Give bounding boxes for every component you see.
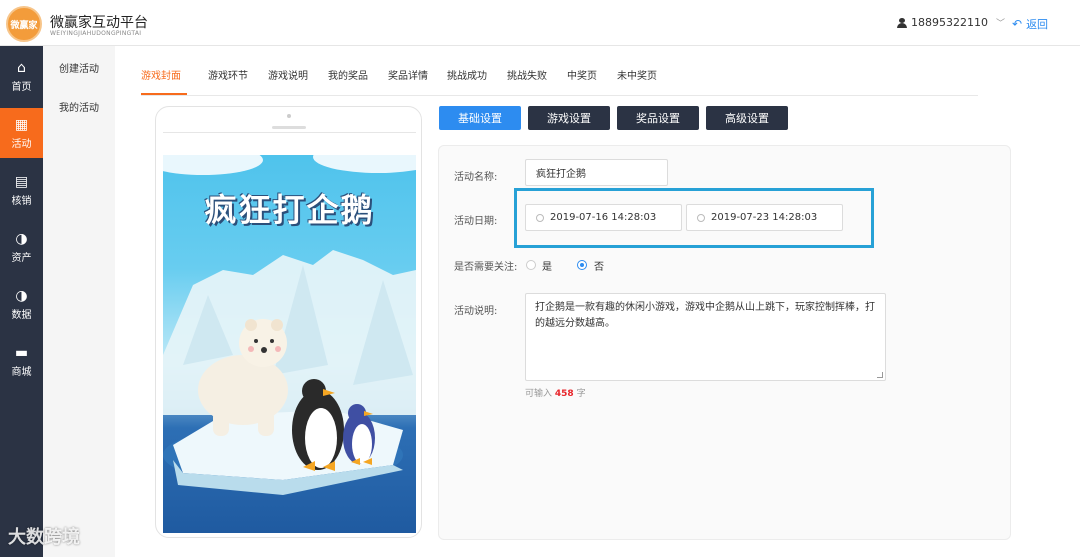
brand-logo: 微赢家 (6, 6, 42, 42)
user-phone: 18895322110 (911, 16, 988, 29)
active-tab-indicator (141, 93, 187, 95)
game-scene-illustration (163, 250, 416, 495)
user-menu[interactable]: 18895322110 ﹀ (897, 16, 1005, 29)
home-icon: ⌂ (17, 59, 26, 76)
back-label: 返回 (1026, 18, 1049, 31)
char-count-hint: 可输入 458 字 (525, 386, 586, 399)
tab-game-cover[interactable]: 游戏封面 (141, 67, 181, 82)
advanced-settings-button[interactable]: 高级设置 (706, 106, 788, 130)
sidebar-item-home[interactable]: ⌂ 首页 (0, 51, 43, 101)
hint-prefix: 可输入 (525, 389, 553, 399)
sidebar-item-label: 数据 (11, 309, 32, 321)
sidebar-item-verify[interactable]: ▤ 核销 (0, 165, 43, 215)
user-icon (897, 17, 907, 28)
tab-game-rules[interactable]: 游戏说明 (268, 67, 308, 82)
follow-no-radio[interactable] (577, 260, 587, 270)
tab-challenge-success[interactable]: 挑战成功 (447, 67, 487, 82)
data-pie-icon: ◑ (15, 287, 28, 304)
phone-camera (287, 114, 291, 118)
hint-suffix: 字 (576, 389, 586, 399)
prize-settings-button[interactable]: 奖品设置 (617, 106, 699, 130)
tab-lose-page[interactable]: 未中奖页 (617, 67, 657, 82)
tab-my-prizes[interactable]: 我的奖品 (328, 67, 368, 82)
back-button[interactable]: ↶ 返回 (1012, 16, 1048, 32)
game-settings-button[interactable]: 游戏设置 (528, 106, 610, 130)
activity-description-value: 打企鹅是一款有趣的休闲小游戏，游戏中企鹅从山上跳下，玩家控制挥棒，打的越远分数越… (535, 302, 875, 329)
basic-settings-button[interactable]: 基础设置 (439, 106, 521, 130)
page-tabs: 游戏封面 游戏环节 游戏说明 我的奖品 奖品详情 挑战成功 挑战失败 中奖页 未… (141, 56, 978, 96)
activity-date-label: 活动日期: (454, 216, 498, 227)
phone-speaker (272, 126, 306, 129)
hint-count: 458 (554, 389, 574, 399)
chevron-down-icon: ﹀ (995, 19, 1005, 29)
activity-name-value: 疯狂打企鹅 (536, 169, 586, 180)
sub-menu: 创建活动 我的活动 (43, 46, 115, 557)
sidebar-item-label: 核销 (11, 195, 32, 207)
sidebar-item-label: 首页 (11, 81, 32, 93)
tab-prize-details[interactable]: 奖品详情 (388, 67, 428, 82)
brand-title: 微赢家互动平台 (50, 15, 148, 31)
top-bar: 微赢家 微赢家互动平台 WEIYINGJIAHUDONGPINGTAI 1889… (0, 0, 1080, 46)
sidebar-nav: ⌂ 首页 ▦ 活动 ▤ 核销 ◑ 资产 ◑ 数据 ▬ 商城 (0, 46, 43, 557)
date-highlight-box (514, 188, 874, 248)
shop-icon: ▬ (14, 344, 29, 361)
asset-pie-icon: ◑ (15, 230, 28, 247)
activity-description-label: 活动说明: (454, 306, 498, 317)
activity-description-textarea[interactable]: 打企鹅是一款有趣的休闲小游戏，游戏中企鹅从山上跳下，玩家控制挥棒，打的越远分数越… (525, 293, 886, 381)
follow-required-label: 是否需要关注: (454, 262, 518, 273)
activity-name-input[interactable]: 疯狂打企鹅 (525, 159, 668, 186)
sidebar-item-shop[interactable]: ▬ 商城 (0, 336, 43, 386)
follow-no-label[interactable]: 否 (594, 258, 604, 273)
follow-yes-label[interactable]: 是 (542, 258, 552, 273)
sidebar-item-data[interactable]: ◑ 数据 (0, 279, 43, 329)
phone-preview: 疯狂打企鹅 (155, 106, 422, 538)
verify-icon: ▤ (14, 173, 29, 190)
sidebar-item-label: 商城 (11, 366, 32, 378)
follow-yes-radio[interactable] (526, 260, 536, 270)
resize-handle-icon[interactable] (877, 372, 883, 378)
back-arrow-icon: ↶ (1012, 17, 1023, 31)
sidebar-item-label: 活动 (11, 138, 32, 150)
sidebar-item-label: 资产 (11, 252, 32, 264)
tab-challenge-fail[interactable]: 挑战失败 (507, 67, 547, 82)
submenu-my-activities[interactable]: 我的活动 (59, 99, 99, 114)
activity-name-label: 活动名称: (454, 172, 498, 183)
brand-subtitle: WEIYINGJIAHUDONGPINGTAI (50, 30, 142, 37)
sidebar-item-activity[interactable]: ▦ 活动 (0, 108, 43, 158)
watermark-logo: 大数跨境 (8, 527, 80, 548)
tab-game-stage[interactable]: 游戏环节 (208, 67, 248, 82)
sidebar-item-assets[interactable]: ◑ 资产 (0, 222, 43, 272)
tab-win-page[interactable]: 中奖页 (567, 67, 597, 82)
game-cover-image: 疯狂打企鹅 (163, 155, 416, 533)
submenu-create-activity[interactable]: 创建活动 (59, 60, 99, 75)
phone-screen: 疯狂打企鹅 (163, 132, 416, 533)
gift-icon: ▦ (14, 116, 29, 133)
logo-text: 微赢家 (10, 20, 38, 31)
